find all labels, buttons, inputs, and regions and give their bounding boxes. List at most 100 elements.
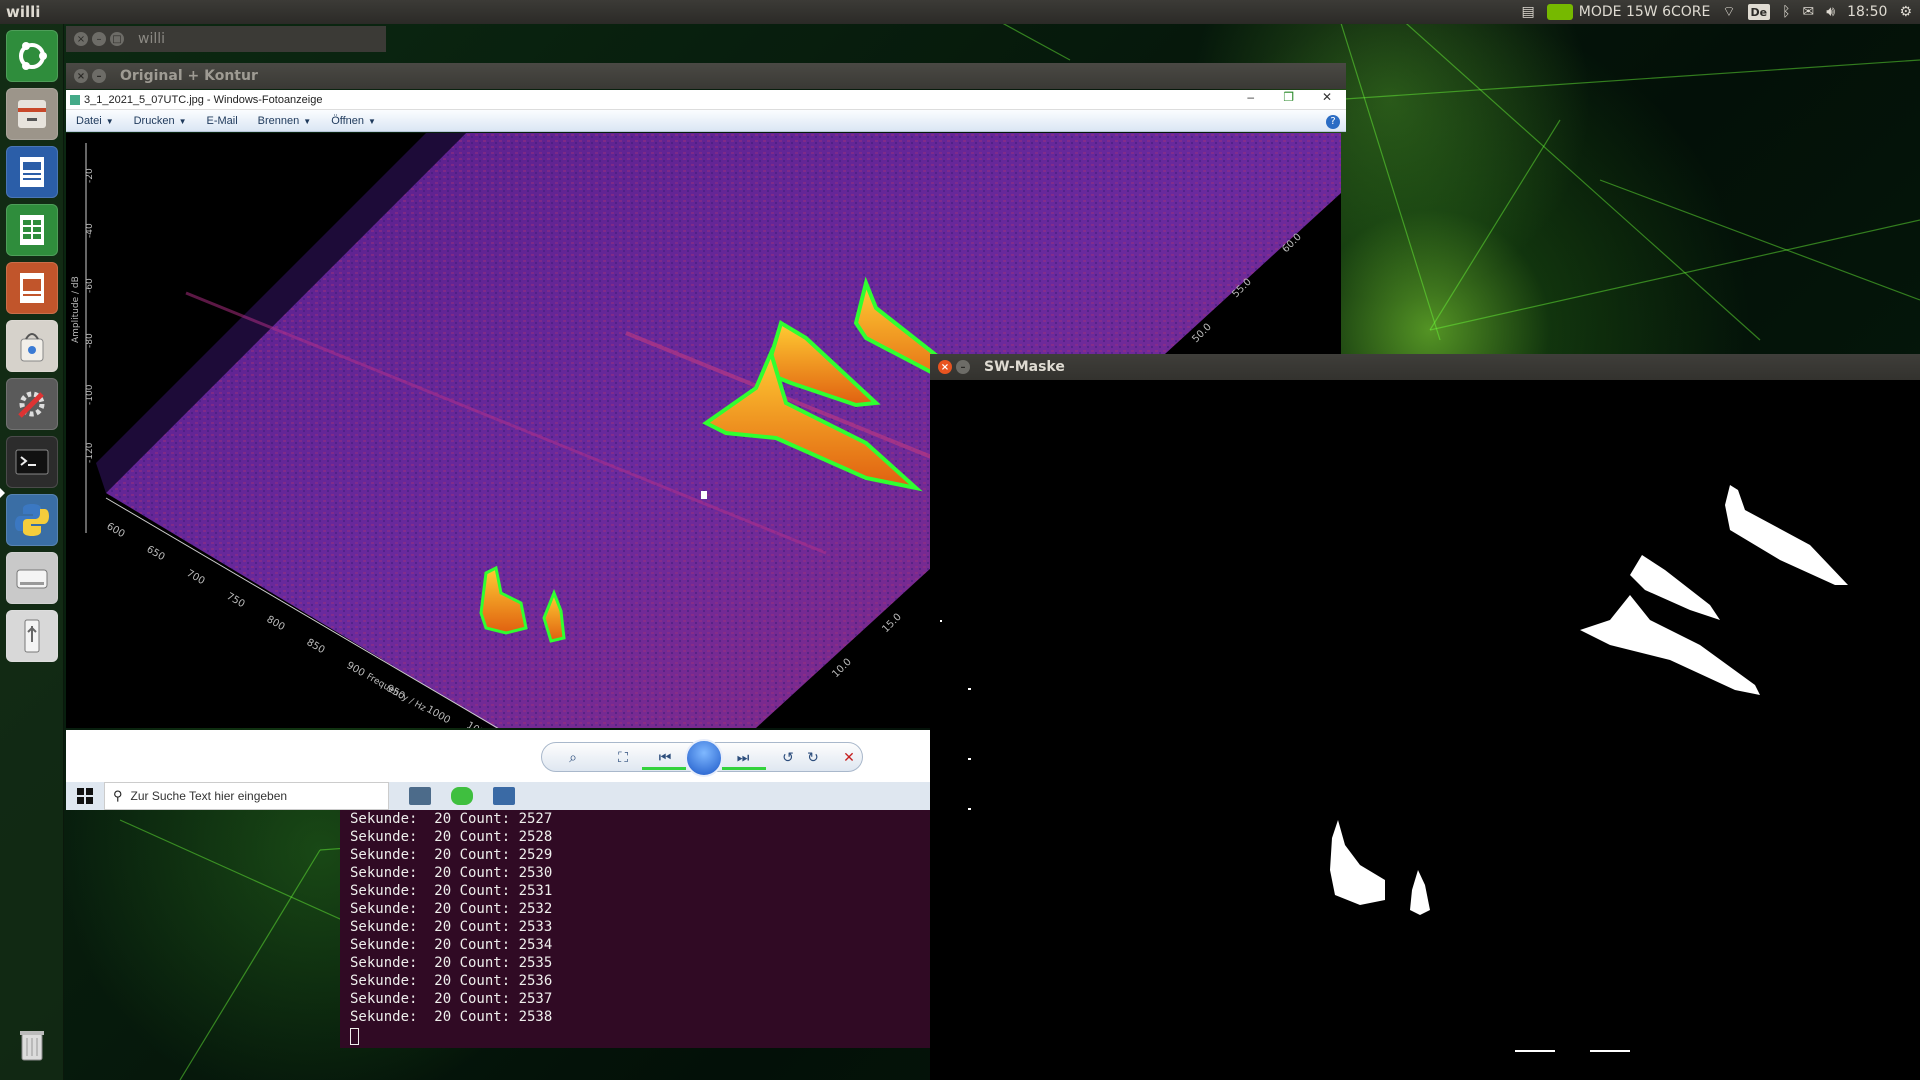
mouse-cursor-icon [701, 491, 707, 499]
menu-datei[interactable]: Datei ▼ [76, 115, 114, 127]
x-tick: 900 [345, 660, 367, 679]
actual-size-icon[interactable]: ⛶ [612, 747, 634, 769]
menu-label: Datei [76, 114, 102, 127]
settings-gear-icon[interactable]: ⚙ [1899, 4, 1912, 20]
launcher-usb[interactable] [6, 610, 58, 662]
willi-titlebar[interactable]: × – □ willi [66, 26, 386, 52]
original-kontur-titlebar[interactable]: × – Original + Kontur [66, 63, 1346, 89]
minimize-button[interactable]: – [92, 69, 106, 83]
delete-icon[interactable]: ✕ [838, 747, 860, 769]
launcher-trash[interactable] [6, 1018, 58, 1070]
document-writer-icon [20, 157, 44, 187]
python-logo-icon [15, 504, 49, 536]
y-tick: -120 [85, 442, 95, 463]
window-willi: × – □ willi [66, 26, 386, 52]
launcher-terminal[interactable] [6, 436, 58, 488]
rotate-left-icon[interactable]: ↺ [777, 747, 799, 769]
mask-blob-4 [1330, 820, 1385, 905]
y-tick: -80 [85, 333, 95, 348]
mask-line [1590, 1050, 1630, 1052]
chevron-down-icon: ▼ [303, 116, 312, 126]
launcher-python[interactable] [6, 494, 58, 546]
close-button[interactable]: × [74, 32, 88, 46]
mail-icon[interactable]: ✉ [1803, 4, 1815, 20]
clipboard-icon[interactable]: ▤ [1522, 4, 1535, 20]
nvidia-icon [1546, 4, 1573, 20]
sw-maske-titlebar[interactable]: × – SW-Maske [930, 354, 1920, 380]
launcher-dash-button[interactable] [6, 30, 58, 82]
active-app-indicator [0, 488, 5, 498]
minimize-button[interactable]: – [1247, 90, 1254, 104]
search-placeholder: Zur Suche Text hier eingeben [130, 789, 288, 803]
indicator-area: ▤ MODE 15W 6CORE ⌔ De ᛒ ✉ 🔊︎ 18:50 ⚙ [1522, 0, 1912, 24]
menu-oeffnen[interactable]: Öffnen ▼ [331, 115, 376, 127]
previous-icon[interactable]: ⏮ [654, 747, 676, 769]
spreadsheet-icon [20, 215, 44, 245]
terminal-line: Sekunde: 20 Count: 2528 [350, 829, 553, 845]
clock[interactable]: 18:50 [1847, 4, 1887, 20]
t-tick: 15.0 [880, 612, 904, 636]
menu-drucken[interactable]: Drucken ▼ [134, 115, 187, 127]
y-tick: -60 [85, 278, 95, 293]
close-button[interactable]: × [74, 69, 88, 83]
ubuntu-top-panel: willi ▤ MODE 15W 6CORE ⌔ De ᛒ ✉ 🔊︎ 18:50… [0, 0, 1920, 24]
launcher-files[interactable] [6, 88, 58, 140]
terminal-line: Sekunde: 20 Count: 2529 [350, 847, 553, 863]
restore-button[interactable]: ❐ [1283, 90, 1294, 104]
nvidia-power-mode[interactable]: MODE 15W 6CORE [1546, 4, 1710, 20]
x-tick: 600 [105, 521, 127, 540]
next-icon[interactable]: ⏭ [732, 747, 754, 769]
menu-label: E-Mail [206, 114, 238, 127]
y-tick: -40 [85, 223, 95, 238]
mask-blob-5 [1410, 870, 1430, 915]
presentation-icon [20, 273, 44, 303]
windows-start-icon[interactable] [77, 788, 93, 804]
trash-icon [20, 1031, 44, 1061]
bluetooth-icon[interactable]: ᛒ [1782, 4, 1790, 20]
slideshow-play-button[interactable] [685, 739, 723, 777]
minimize-button[interactable]: – [92, 32, 106, 46]
help-icon[interactable]: ? [1326, 115, 1340, 129]
active-app-name: willi [6, 3, 41, 21]
y-axis-label: Amplitude / dB [71, 276, 81, 343]
green-app-icon[interactable] [451, 787, 473, 805]
launcher-drive[interactable] [6, 552, 58, 604]
volume-icon[interactable]: 🔊︎ [1826, 4, 1835, 20]
terminal-line: Sekunde: 20 Count: 2535 [350, 955, 553, 971]
menu-email[interactable]: E-Mail [207, 115, 238, 127]
launcher-software-center[interactable] [6, 320, 58, 372]
rotate-right-icon[interactable]: ↻ [802, 747, 824, 769]
terminal-line: Sekunde: 20 Count: 2534 [350, 937, 553, 953]
calculator-app-icon[interactable] [409, 787, 431, 805]
wifi-icon[interactable]: ⌔ [1722, 3, 1735, 21]
terminal-line: Sekunde: 20 Count: 2536 [350, 973, 553, 989]
unity-launcher [0, 24, 64, 1080]
launcher-impress[interactable] [6, 262, 58, 314]
mask-blob-3 [1580, 595, 1760, 695]
chevron-down-icon: ▼ [178, 116, 187, 126]
menu-brennen[interactable]: Brennen ▼ [258, 115, 312, 127]
t-tick: 10.0 [830, 657, 854, 681]
maximize-button[interactable]: □ [110, 32, 124, 46]
photo-viewer-taskbar-icon[interactable] [493, 787, 515, 805]
terminal-cursor [350, 1028, 359, 1045]
photo-viewer-titlebar[interactable]: 3_1_2021_5_07UTC.jpg - Windows-Fotoanzei… [66, 90, 1346, 110]
window-sw-maske: × – SW-Maske [930, 354, 1920, 1080]
mask-shapes [940, 485, 1848, 1052]
terminal-line: Sekunde: 20 Count: 2530 [350, 865, 553, 881]
keyboard-layout-indicator[interactable]: De [1747, 4, 1771, 20]
window-original-kontur: × – Original + Kontur [66, 63, 1346, 89]
x-tick: 850 [305, 637, 327, 656]
launcher-system-settings[interactable] [6, 378, 58, 430]
launcher-writer[interactable] [6, 146, 58, 198]
close-button[interactable]: ✕ [1322, 90, 1332, 104]
minimize-button[interactable]: – [956, 360, 970, 374]
mask-blob-2 [1630, 555, 1720, 620]
zoom-icon[interactable]: ⌕ [562, 747, 584, 769]
hard-drive-icon [16, 569, 48, 589]
taskbar-search-box[interactable]: ⚲ Zur Suche Text hier eingeben [104, 782, 389, 810]
mask-dot [968, 758, 971, 760]
close-button[interactable]: × [938, 360, 952, 374]
terminal-output[interactable]: Sekunde: 20 Count: 2527 Sekunde: 20 Coun… [340, 810, 930, 1048]
launcher-calc[interactable] [6, 204, 58, 256]
